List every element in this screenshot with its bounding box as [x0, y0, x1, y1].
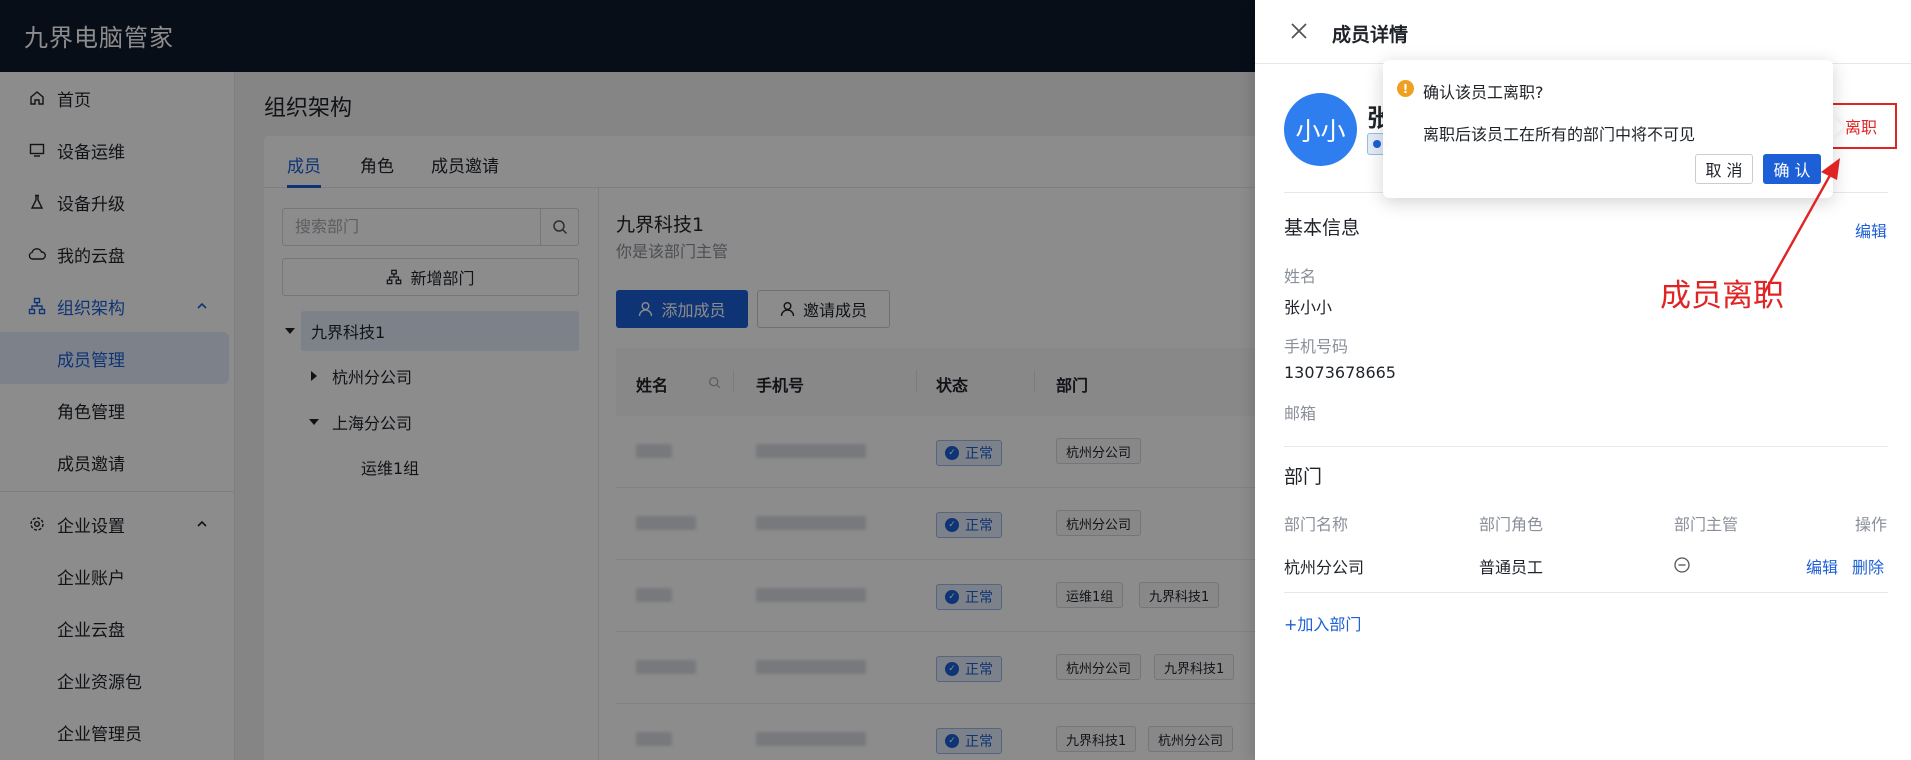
dept-column-name: 部门名称	[1284, 515, 1349, 534]
drawer-title: 成员详情	[1332, 24, 1409, 46]
join-department-link[interactable]: +加入部门	[1284, 611, 1361, 635]
field-label-email: 邮箱	[1284, 404, 1317, 423]
modal-mask[interactable]	[0, 0, 1255, 760]
basic-info-title: 基本信息	[1284, 217, 1361, 239]
minus-circle-icon	[1674, 557, 1690, 573]
dept-row-edit-link[interactable]: 编辑	[1806, 554, 1838, 578]
dept-column-manager: 部门主管	[1674, 515, 1739, 534]
popconfirm-title: 确认该员工离职?	[1423, 83, 1544, 102]
dept-section-title: 部门	[1284, 466, 1323, 488]
close-icon[interactable]	[1289, 21, 1309, 41]
dept-column-actions: 操作	[1855, 515, 1888, 534]
field-label-phone: 手机号码	[1284, 337, 1349, 356]
field-value-name: 张小小	[1284, 298, 1333, 317]
dept-row-name: 杭州分公司	[1284, 558, 1365, 577]
avatar: 小小	[1284, 93, 1357, 166]
dept-row-role: 普通员工	[1479, 558, 1544, 577]
popconfirm-description: 离职后该员工在所有的部门中将不可见	[1423, 125, 1696, 144]
divider	[1284, 592, 1888, 593]
field-label-name: 姓名	[1284, 267, 1317, 286]
drawer-header: 成员详情	[1255, 0, 1911, 64]
dept-column-role: 部门角色	[1479, 515, 1544, 534]
annotation-label: 成员离职	[1660, 278, 1784, 314]
dept-row-delete-link[interactable]: 删除	[1852, 554, 1884, 578]
field-value-phone: 13073678665	[1284, 363, 1396, 382]
cancel-button[interactable]: 取 消	[1695, 154, 1753, 184]
warning-icon: !	[1397, 80, 1414, 97]
edit-basic-info-link[interactable]: 编辑	[1855, 218, 1887, 242]
divider	[1284, 446, 1888, 447]
